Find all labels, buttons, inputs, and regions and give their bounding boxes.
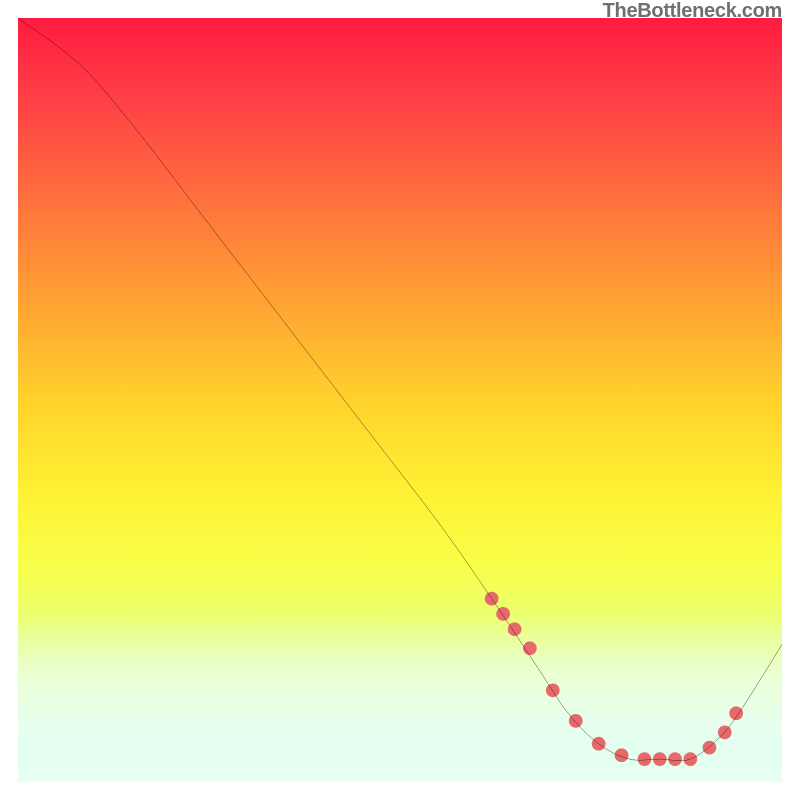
plot-area <box>18 18 782 782</box>
attribution-text: TheBottleneck.com <box>603 0 782 22</box>
highlight-dot <box>638 752 652 766</box>
bottleneck-curve <box>18 18 782 761</box>
highlight-dot <box>569 714 583 728</box>
highlight-dot <box>703 741 717 755</box>
highlight-dot <box>615 748 629 762</box>
highlight-dot <box>496 607 510 621</box>
highlight-dot <box>508 622 522 636</box>
curve-layer <box>18 18 782 782</box>
highlight-dot <box>729 706 743 720</box>
highlight-dot <box>668 752 682 766</box>
highlight-dots <box>485 592 743 766</box>
highlight-dot <box>546 683 560 697</box>
